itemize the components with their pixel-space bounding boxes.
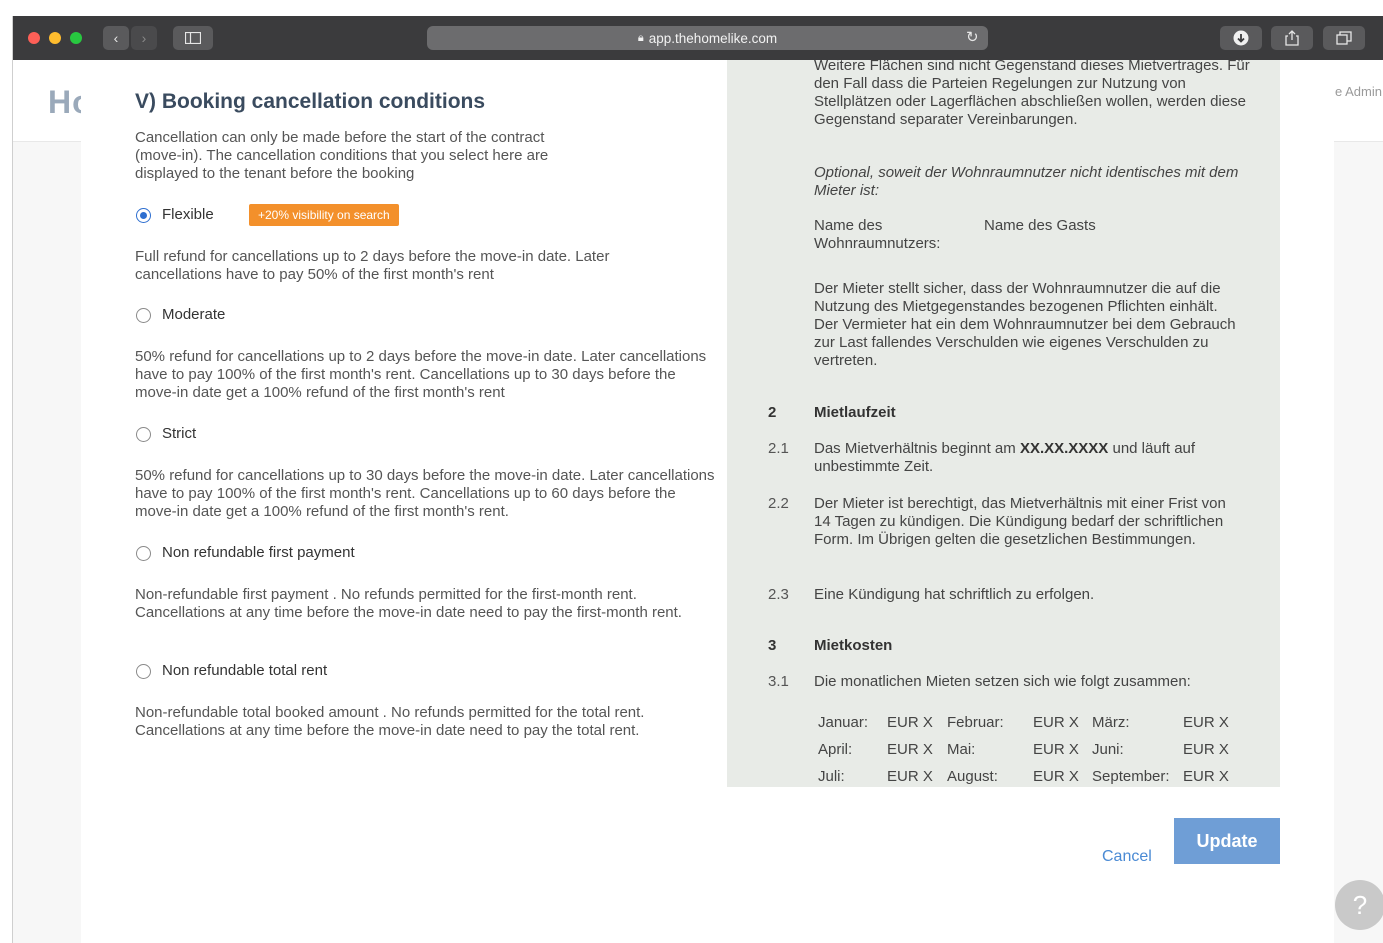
question-mark-icon: ?: [1352, 889, 1368, 920]
admin-link[interactable]: e Admin: [1335, 84, 1382, 99]
section-2-1-number: 2.1: [768, 440, 789, 457]
month-amount: EUR X: [887, 768, 933, 785]
sidebar-toggle-button[interactable]: [173, 26, 213, 50]
chevron-right-icon: ›: [141, 30, 147, 46]
option-label-non-refundable-total-rent[interactable]: Non refundable total rent: [162, 662, 327, 679]
month-amount: EUR X: [1033, 741, 1079, 758]
maximize-window-button[interactable]: [70, 32, 82, 44]
radio-strict[interactable]: [136, 427, 151, 442]
cancel-button[interactable]: Cancel: [1102, 848, 1152, 866]
month-label: August:: [947, 768, 998, 785]
contract-para-areas: Weitere Flächen sind nicht Gegenstand di…: [814, 60, 1250, 128]
section-3-1-text: Die monatlichen Mieten setzen sich wie f…: [814, 673, 1191, 690]
month-label: Januar:: [818, 714, 869, 731]
visibility-badge: +20% visibility on search: [249, 204, 399, 226]
option-description-non-refundable-total-rent: Non-refundable total booked amount . No …: [135, 704, 645, 739]
option-description-strict: 50% refund for cancellations up to 30 da…: [135, 467, 715, 520]
section-2-number: 2: [768, 404, 777, 421]
section-2-2-text: Der Mieter ist berechtigt, das Mietverhä…: [814, 495, 1226, 548]
option-label-strict[interactable]: Strict: [162, 425, 196, 442]
radio-flexible[interactable]: [136, 208, 151, 223]
month-amount: EUR X: [1033, 768, 1079, 785]
month-amount: EUR X: [1183, 741, 1229, 758]
radio-non-refundable-first-payment[interactable]: [136, 546, 151, 561]
browser-window: ‹ › 🔒︎ app.thehomelike.com ↻ Ho e Admin …: [12, 16, 1383, 943]
radio-non-refundable-total-rent[interactable]: [136, 664, 151, 679]
month-label: September:: [1092, 768, 1170, 785]
contract-para-user: Der Mieter stellt sicher, dass der Wohnr…: [814, 280, 1236, 369]
contract-name-label: Name des Wohnraumnutzers:: [814, 217, 941, 252]
url-text: app.thehomelike.com: [648, 30, 778, 46]
section-3-number: 3: [768, 637, 777, 654]
section-2-title: Mietlaufzeit: [814, 404, 896, 421]
share-button[interactable]: [1271, 26, 1313, 50]
month-amount: EUR X: [1183, 714, 1229, 731]
month-label: April:: [818, 741, 853, 758]
sidebar-icon: [185, 32, 201, 44]
option-description-flexible: Full refund for cancellations up to 2 da…: [135, 248, 610, 283]
option-label-moderate[interactable]: Moderate: [162, 306, 225, 323]
section-intro: Cancellation can only be made before the…: [135, 129, 549, 182]
desktop-strip: [0, 0, 1383, 16]
contract-preview[interactable]: Weitere Flächen sind nicht Gegenstand di…: [727, 60, 1280, 787]
radio-moderate[interactable]: [136, 308, 151, 323]
section-2-3-number: 2.3: [768, 586, 789, 603]
contract-optional-note: Optional, soweit der Wohnraumnutzer nich…: [814, 164, 1239, 199]
close-window-button[interactable]: [28, 32, 40, 44]
month-amount: EUR X: [887, 741, 933, 758]
month-label: Mai:: [947, 741, 976, 758]
share-icon: [1285, 30, 1299, 46]
minimize-window-button[interactable]: [49, 32, 61, 44]
tabs-overview-button[interactable]: [1323, 26, 1365, 50]
option-label-flexible[interactable]: Flexible: [162, 206, 214, 223]
address-bar[interactable]: 🔒︎ app.thehomelike.com: [427, 26, 988, 50]
section-2-1-text: Das Mietverhältnis beginnt am XX.XX.XXXX…: [814, 440, 1244, 476]
section-2-1-text-start: Das Mietverhältnis beginnt am: [814, 440, 1020, 457]
reload-icon[interactable]: ↻: [966, 28, 979, 46]
forward-button[interactable]: ›: [131, 26, 157, 50]
month-label: Februar:: [947, 714, 1004, 731]
section-3-1-number: 3.1: [768, 673, 789, 690]
browser-toolbar: ‹ › 🔒︎ app.thehomelike.com ↻: [13, 16, 1383, 61]
month-amount: EUR X: [1033, 714, 1079, 731]
back-button[interactable]: ‹: [103, 26, 129, 50]
update-button[interactable]: Update: [1174, 818, 1280, 864]
tabs-icon: [1336, 31, 1352, 45]
chevron-left-icon: ‹: [113, 30, 119, 46]
month-label: März:: [1092, 714, 1130, 731]
option-label-non-refundable-first-payment[interactable]: Non refundable first payment: [162, 544, 355, 561]
month-label: Juli:: [818, 768, 845, 785]
month-amount: EUR X: [1183, 768, 1229, 785]
option-description-non-refundable-first-payment: Non-refundable first payment . No refund…: [135, 586, 682, 621]
start-date-placeholder: XX.XX.XXXX: [1019, 440, 1109, 457]
help-button[interactable]: ?: [1335, 880, 1383, 930]
section-title: V) Booking cancellation conditions: [135, 90, 486, 113]
section-2-2-number: 2.2: [768, 495, 789, 512]
download-icon: [1233, 30, 1249, 46]
option-description-moderate: 50% refund for cancellations up to 2 day…: [135, 348, 707, 401]
section-3-title: Mietkosten: [814, 637, 893, 654]
month-label: Juni:: [1092, 741, 1124, 758]
lock-icon: 🔒︎: [637, 31, 644, 44]
section-2-3-text: Eine Kündigung hat schriftlich zu erfolg…: [814, 586, 1095, 603]
month-amount: EUR X: [887, 714, 933, 731]
downloads-button[interactable]: [1220, 26, 1262, 50]
contract-name-value: Name des Gasts: [984, 217, 1096, 234]
